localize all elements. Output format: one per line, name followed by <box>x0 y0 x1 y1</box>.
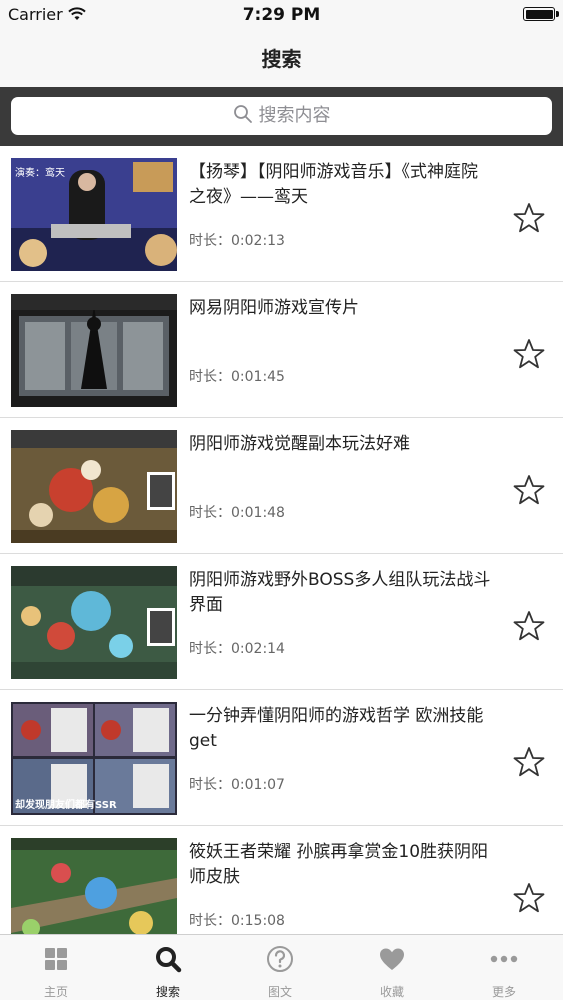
video-title: 【扬琴】【阴阳师游戏音乐】《式神庭院之夜》——鸾天 <box>189 162 478 207</box>
tab-label: 主页 <box>43 985 68 999</box>
video-thumbnail <box>11 566 177 679</box>
question-icon <box>267 946 293 972</box>
video-list: 演奏：鸾天 【扬琴】【阴阳师游戏音乐】《式神庭院之夜》——鸾天 时长：0:02:… <box>0 146 563 934</box>
tab-label: 搜索 <box>155 985 180 999</box>
video-title: 一分钟弄懂阴阳师的游戏哲学 欧洲技能get <box>189 706 484 751</box>
star-icon[interactable] <box>512 881 546 915</box>
tab-articles[interactable]: 图文 <box>224 935 336 1000</box>
page-title: 搜索 <box>261 47 302 71</box>
tab-label: 图文 <box>267 985 292 999</box>
video-item[interactable]: 网易阴阳师游戏宣传片 时长：0:01:45 <box>0 282 563 418</box>
video-duration: 时长：0:02:14 <box>189 641 285 657</box>
heart-icon <box>380 948 404 970</box>
video-duration: 时长：0:01:07 <box>189 777 285 793</box>
search-bar: 搜索内容 <box>0 87 563 146</box>
video-thumbnail <box>11 430 177 543</box>
tab-label: 收藏 <box>379 985 404 999</box>
star-icon[interactable] <box>512 473 546 507</box>
tab-favorites[interactable]: 收藏 <box>336 935 448 1000</box>
video-item[interactable]: 阴阳师游戏野外BOSS多人组队玩法战斗界面 时长：0:02:14 <box>0 554 563 690</box>
video-title: 阴阳师游戏觉醒副本玩法好难 <box>189 434 410 454</box>
search-placeholder: 搜索内容 <box>258 105 331 126</box>
video-item[interactable]: 筱妖王者荣耀 孙膑再拿赏金10胜获阴阳师皮肤 时长：0:15:08 <box>0 826 563 934</box>
video-thumbnail: 却发现朋友们都有SSR <box>11 702 177 815</box>
tab-search[interactable]: 搜索 <box>112 935 224 1000</box>
tab-more[interactable]: 更多 <box>448 935 560 1000</box>
video-duration: 时长：0:02:13 <box>189 233 285 249</box>
tab-home[interactable]: 主页 <box>0 935 112 1000</box>
search-input[interactable]: 搜索内容 <box>11 97 552 135</box>
star-icon[interactable] <box>512 609 546 643</box>
video-thumbnail <box>11 838 177 934</box>
tab-label: 更多 <box>491 985 516 999</box>
video-duration: 时长：0:01:45 <box>189 369 285 385</box>
video-item[interactable]: 却发现朋友们都有SSR 一分钟弄懂阴阳师的游戏哲学 欧洲技能get 时长：0:0… <box>0 690 563 826</box>
video-duration: 时长：0:15:08 <box>189 913 285 929</box>
search-icon <box>156 947 182 973</box>
video-title: 阴阳师游戏野外BOSS多人组队玩法战斗界面 <box>189 570 491 615</box>
video-thumbnail <box>11 294 177 407</box>
svg-text:却发现朋友们都有SSR: 却发现朋友们都有SSR <box>15 798 117 811</box>
battery-icon <box>523 7 559 21</box>
star-icon[interactable] <box>512 201 546 235</box>
video-thumbnail: 演奏：鸾天 <box>11 158 177 271</box>
navigation-bar: 搜索 <box>0 30 563 87</box>
status-time: 7:29 PM <box>242 5 321 25</box>
video-title: 网易阴阳师游戏宣传片 <box>189 298 359 318</box>
svg-text:演奏：鸾天: 演奏：鸾天 <box>15 166 65 179</box>
video-item[interactable]: 阴阳师游戏觉醒副本玩法好难 时长：0:01:48 <box>0 418 563 554</box>
grid-icon <box>45 948 67 970</box>
status-bar: Carrier 7:29 PM <box>0 0 563 30</box>
star-icon[interactable] <box>512 337 546 371</box>
more-icon <box>490 955 518 963</box>
star-icon[interactable] <box>512 745 546 779</box>
search-icon <box>233 105 252 123</box>
video-duration: 时长：0:01:48 <box>189 505 285 521</box>
video-title: 筱妖王者荣耀 孙膑再拿赏金10胜获阴阳师皮肤 <box>189 842 489 887</box>
video-item[interactable]: 演奏：鸾天 【扬琴】【阴阳师游戏音乐】《式神庭院之夜》——鸾天 时长：0:02:… <box>0 146 563 282</box>
tab-bar: 主页 搜索 图文 收藏 更多 <box>0 934 563 1000</box>
